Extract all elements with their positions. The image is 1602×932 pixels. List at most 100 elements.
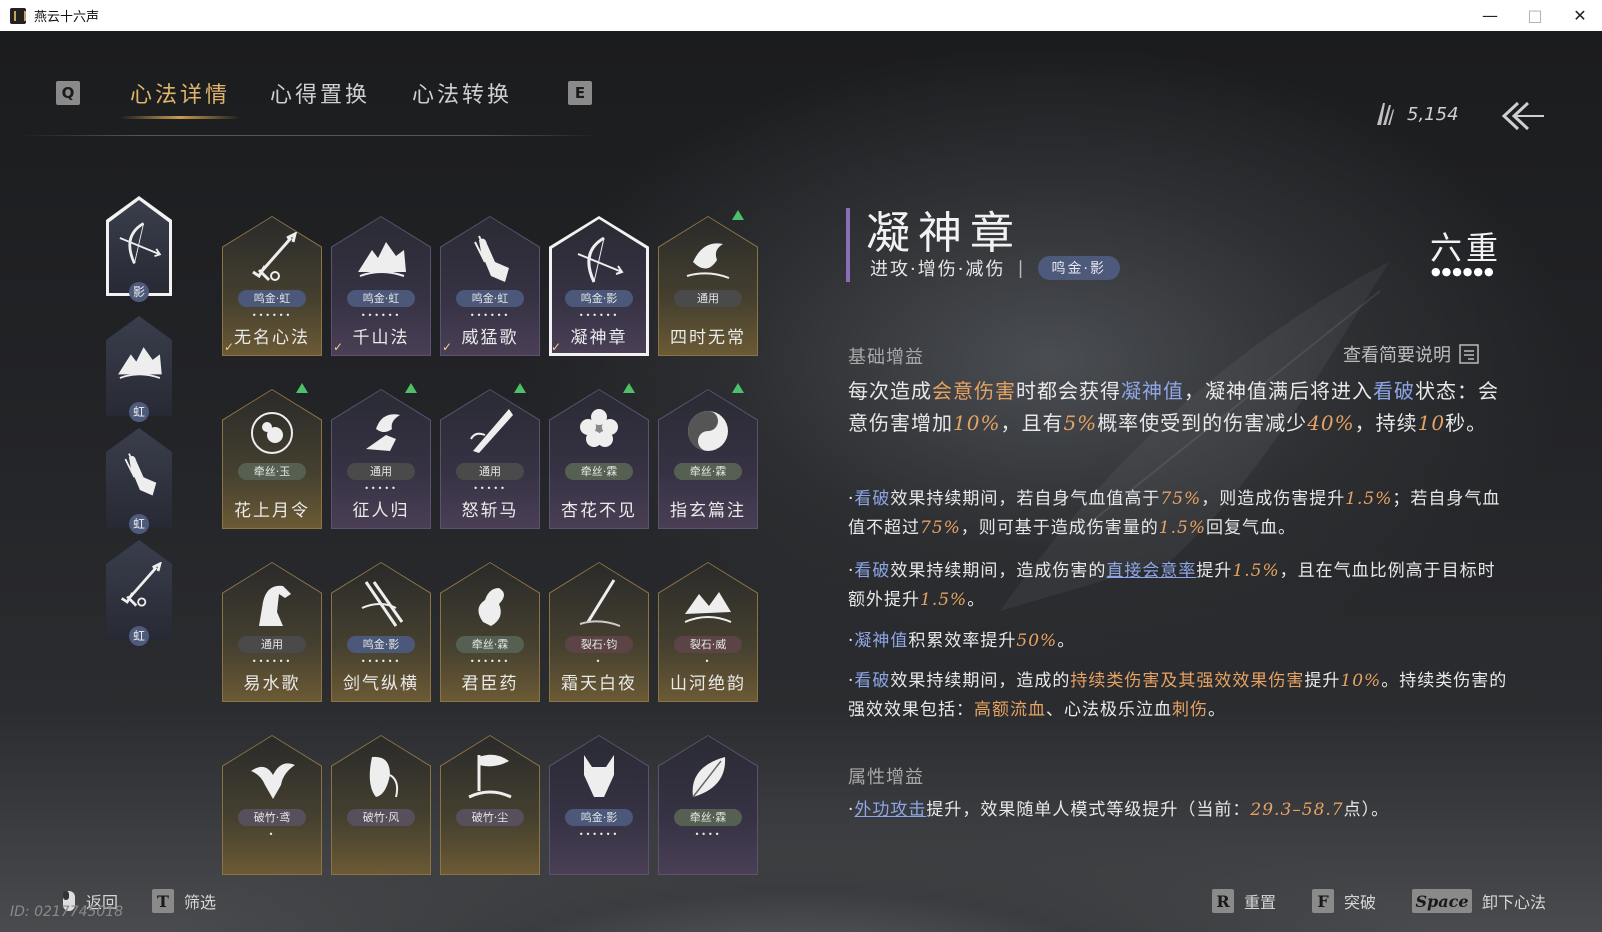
upgrade-arrow-icon	[514, 383, 526, 393]
twin-sword-icon	[361, 581, 404, 627]
card-level-dots: ••••••	[251, 311, 293, 320]
tab-xinfa-convert[interactable]: 心法转换	[412, 77, 512, 109]
card-school-tag: 牵丝·霖	[456, 636, 524, 653]
card-name: 杏花不见	[561, 501, 637, 521]
tab-xinfa-detail[interactable]: 心法详情	[119, 77, 241, 119]
filter-hint[interactable]: T 筛选	[152, 889, 216, 913]
equipped-check-icon: ✓	[551, 340, 562, 354]
card-name: 君臣药	[461, 674, 519, 694]
subtitle-separator: |	[1017, 257, 1026, 279]
card-school-tag: 通用	[238, 636, 306, 653]
card-school-tag: 破竹·尘	[456, 809, 524, 826]
upgrade-arrow-icon	[405, 383, 417, 393]
xinfa-card[interactable]: 鸣金·影 •••••• 剑气纵横	[331, 562, 431, 702]
card-name: 霜天白夜	[561, 674, 637, 694]
card-school-tag: 牵丝·霖	[565, 463, 633, 480]
equipped-slot[interactable]: 虹	[106, 540, 172, 646]
xinfa-card[interactable]: 牵丝·霖 •••••• 君臣药	[440, 562, 540, 702]
equipped-check-icon: ✓	[442, 340, 453, 354]
minimize-button[interactable]: —	[1467, 0, 1513, 31]
filter-label: 筛选	[184, 893, 217, 912]
section-attr-buff: 属性增益	[848, 767, 924, 788]
player-id: ID: 0217745018	[10, 904, 124, 920]
upgrade-arrow-icon	[623, 383, 635, 393]
upgrade-arrow-icon	[732, 210, 744, 220]
detail-title: 凝神章	[866, 208, 1022, 259]
maximize-button[interactable]: □	[1512, 0, 1558, 31]
xinfa-card[interactable]: 鸣金·虹 •••••• 千山法 ✓	[331, 216, 431, 356]
card-school-tag: 鸣金·虹	[238, 290, 306, 307]
filter-key: T	[152, 889, 174, 913]
direct-crit-link[interactable]: 直接会意率	[1106, 561, 1196, 581]
card-name: 剑气纵横	[343, 674, 419, 694]
upgrade-arrow-icon	[296, 383, 308, 393]
space-key: Space	[1412, 889, 1472, 913]
breakthrough-hint[interactable]: F 突破	[1312, 889, 1376, 913]
xinfa-card[interactable]: 通用 ••••• 怒斩马	[440, 383, 540, 529]
detail-para-4: ·凝神值积累效率提升50%。	[848, 631, 1076, 651]
card-name: 四时无常	[670, 328, 746, 348]
detail-para-attr: ·外功攻击提升，效果随单人模式等级提升（当前：29.3–58.7点）。	[848, 800, 1390, 820]
reset-hint[interactable]: R 重置	[1212, 889, 1276, 913]
card-name: 指玄篇注	[670, 501, 746, 521]
unload-hint[interactable]: Space 卸下心法	[1412, 889, 1546, 913]
xinfa-card[interactable]: 牵丝·玉 花上月令	[222, 383, 322, 529]
currency-display: 5,154	[1373, 101, 1459, 127]
card-school-tag: 牵丝·玉	[238, 463, 306, 480]
title-bar: 燕云十六声 — □ ✕	[0, 0, 1602, 31]
tab-bar: Q 心法详情 心得置换 心法转换 E	[56, 73, 593, 119]
tab-next-key[interactable]: E	[568, 81, 593, 105]
view-brief-button[interactable]: 查看简要说明	[1343, 341, 1479, 367]
card-name: 怒斩马	[461, 501, 519, 521]
xinfa-card[interactable]: 鸣金·影 •••••• 凝神章 ✓	[549, 216, 649, 356]
xinfa-card[interactable]: 通用 四时无常	[658, 210, 758, 356]
unload-label: 卸下心法	[1482, 893, 1547, 912]
view-brief-label: 查看简要说明	[1343, 345, 1451, 366]
wolf-icon	[584, 755, 614, 797]
game-window: 燕云十六声 — □ ✕ Q 心法详情 心得置换 心法转换 E 5,154 影虹虹…	[0, 0, 1602, 932]
card-level-dots: •	[595, 657, 603, 666]
yin-yang-icon	[688, 411, 728, 451]
xinfa-card[interactable]: 破竹·尘	[440, 735, 540, 875]
upgrade-arrow-icon	[732, 383, 744, 393]
card-name: 山河绝韵	[670, 674, 746, 694]
xinfa-card[interactable]: 牵丝·霖 指玄篇注	[658, 383, 758, 529]
xinfa-card[interactable]: 裂石·钧 • 霜天白夜	[549, 562, 649, 702]
back-arrow-icon[interactable]	[1498, 99, 1544, 133]
equipped-slot[interactable]: 影	[106, 196, 172, 302]
flag-icon	[468, 754, 512, 799]
card-school-tag: 破竹·鸢	[238, 809, 306, 826]
equipped-slot[interactable]: 虹	[106, 316, 172, 422]
card-level-dots: •••••	[364, 484, 398, 493]
tab-xinde-swap[interactable]: 心得置换	[270, 77, 370, 109]
card-school-tag: 裂石·威	[674, 636, 742, 653]
xinfa-card[interactable]: 牵丝·霖 ••••	[658, 735, 758, 875]
hand-icon	[474, 235, 509, 282]
xinfa-card[interactable]: 通用 •••••• 易水歌	[222, 562, 322, 702]
sword-icon	[252, 232, 297, 282]
bird-hand-icon	[366, 414, 400, 451]
rank-dots: ●●●●●●	[1431, 265, 1495, 278]
xinfa-card[interactable]: 鸣金·影 ••••••	[549, 735, 649, 875]
xinfa-card[interactable]: 鸣金·虹 •••••• 无名心法 ✓	[222, 216, 322, 356]
landscape-icon	[684, 592, 732, 623]
equipped-slot[interactable]: 虹	[106, 428, 172, 534]
card-level-dots: ••••••	[578, 830, 620, 839]
card-school-tag: 裂石·钧	[565, 636, 633, 653]
eagle-icon	[251, 763, 295, 799]
tab-prev-key[interactable]: Q	[56, 81, 80, 105]
outer-attack-link[interactable]: 外功攻击	[854, 800, 926, 820]
xinfa-card[interactable]: 牵丝·霖杏花不见	[549, 383, 649, 529]
xinfa-card[interactable]: 通用 ••••• 征人归	[331, 383, 431, 529]
xinfa-card[interactable]: 裂石·威 • 山河绝韵	[658, 562, 758, 702]
game-screen: Q 心法详情 心得置换 心法转换 E 5,154 影虹虹虹 鸣金·虹 ••••••…	[0, 31, 1602, 932]
window-title: 燕云十六声	[34, 10, 100, 25]
detail-para-5: ·看破效果持续期间，造成的持续类伤害及其强效效果伤害提升10%。持续类伤害的强效…	[848, 671, 1508, 720]
xinfa-card[interactable]: 破竹·风	[331, 735, 431, 875]
bow-arrow-icon	[119, 222, 162, 265]
slot-tag: 虹	[129, 402, 149, 422]
xinfa-card[interactable]: 破竹·鸢 •	[222, 735, 322, 875]
xinfa-card[interactable]: 鸣金·虹 •••••• 威猛歌 ✓	[440, 216, 540, 356]
close-button[interactable]: ✕	[1557, 0, 1602, 31]
slot-tag: 虹	[129, 514, 149, 534]
